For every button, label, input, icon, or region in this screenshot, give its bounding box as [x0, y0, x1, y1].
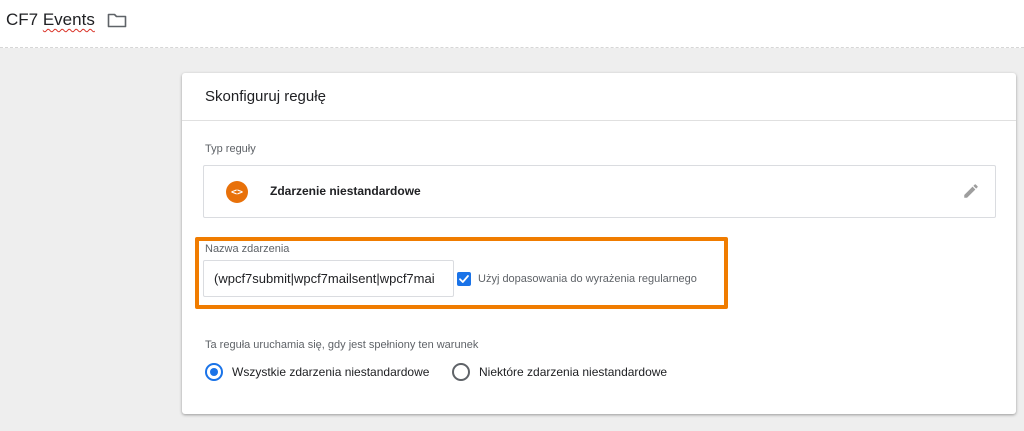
- radio-button-unselected[interactable]: [452, 363, 470, 381]
- radio-button-selected[interactable]: [205, 363, 223, 381]
- radio-some-events[interactable]: Niektóre zdarzenia niestandardowe: [452, 363, 667, 381]
- title-spellcheck-word: Events: [42, 10, 95, 29]
- radio-dot: [210, 368, 218, 376]
- container-title[interactable]: CF7 Events: [6, 10, 127, 30]
- rule-type-name: Zdarzenie niestandardowe: [270, 184, 421, 198]
- top-bar: CF7 Events: [0, 0, 1024, 48]
- pencil-icon[interactable]: [962, 182, 980, 200]
- event-name-label: Nazwa zdarzenia: [205, 243, 290, 255]
- radio-all-events-label: Wszystkie zdarzenia niestandardowe: [232, 365, 430, 379]
- regex-option[interactable]: Użyj dopasowania do wyrażenia regularneg…: [457, 272, 697, 286]
- radio-some-events-label: Niektóre zdarzenia niestandardowe: [479, 365, 668, 379]
- trigger-config-card: Skonfiguruj regułę Typ reguły <> Zdarzen…: [182, 73, 1016, 414]
- custom-event-icon: <>: [226, 181, 248, 203]
- condition-label: Ta reguła uruchamia się, gdy jest spełni…: [205, 339, 479, 351]
- container-title-text: CF7 Events: [6, 10, 95, 29]
- folder-icon[interactable]: [107, 12, 127, 28]
- regex-checkbox[interactable]: [457, 272, 471, 286]
- radio-all-events[interactable]: Wszystkie zdarzenia niestandardowe: [205, 363, 429, 381]
- event-name-input[interactable]: (wpcf7submit|wpcf7mailsent|wpcf7mai: [203, 260, 454, 297]
- rule-type-label: Typ reguły: [205, 143, 256, 155]
- card-header: Skonfiguruj regułę: [182, 73, 1016, 121]
- rule-type-selector[interactable]: <> Zdarzenie niestandardowe: [203, 165, 996, 218]
- card-title: Skonfiguruj regułę: [205, 88, 326, 105]
- regex-checkbox-label: Użyj dopasowania do wyrażenia regularneg…: [478, 273, 697, 285]
